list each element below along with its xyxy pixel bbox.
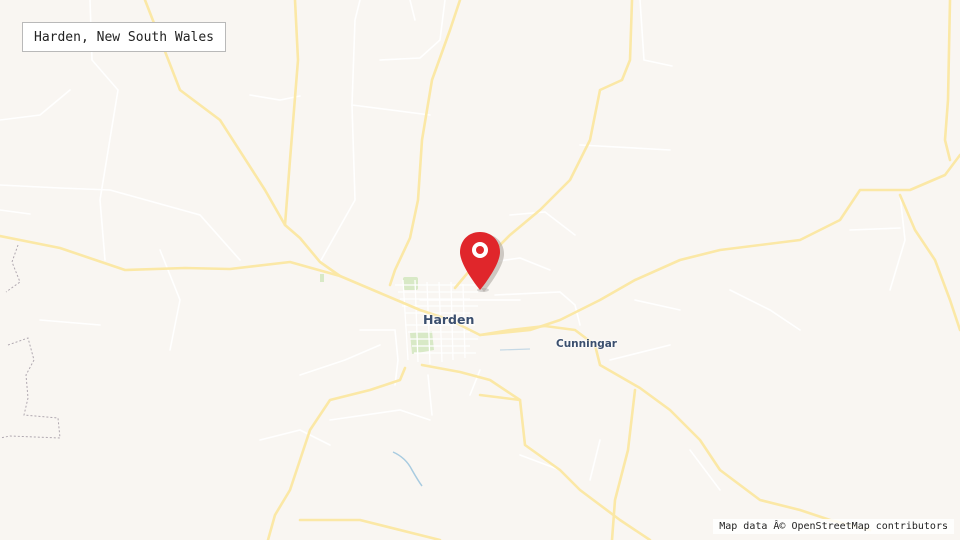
- map-canvas[interactable]: [0, 0, 960, 540]
- map-attribution[interactable]: Map data Â© OpenStreetMap contributors: [713, 519, 954, 534]
- park-south: [410, 331, 434, 354]
- search-query-text: Harden, New South Wales: [34, 29, 215, 45]
- place-label-town[interactable]: Harden: [423, 312, 474, 327]
- place-label-village[interactable]: Cunningar: [556, 338, 617, 350]
- search-query-box[interactable]: Harden, New South Wales: [22, 22, 227, 52]
- attribution-text: Map data Â© OpenStreetMap contributors: [719, 521, 948, 532]
- map-pin-center: [476, 246, 484, 254]
- park-west: [320, 274, 324, 282]
